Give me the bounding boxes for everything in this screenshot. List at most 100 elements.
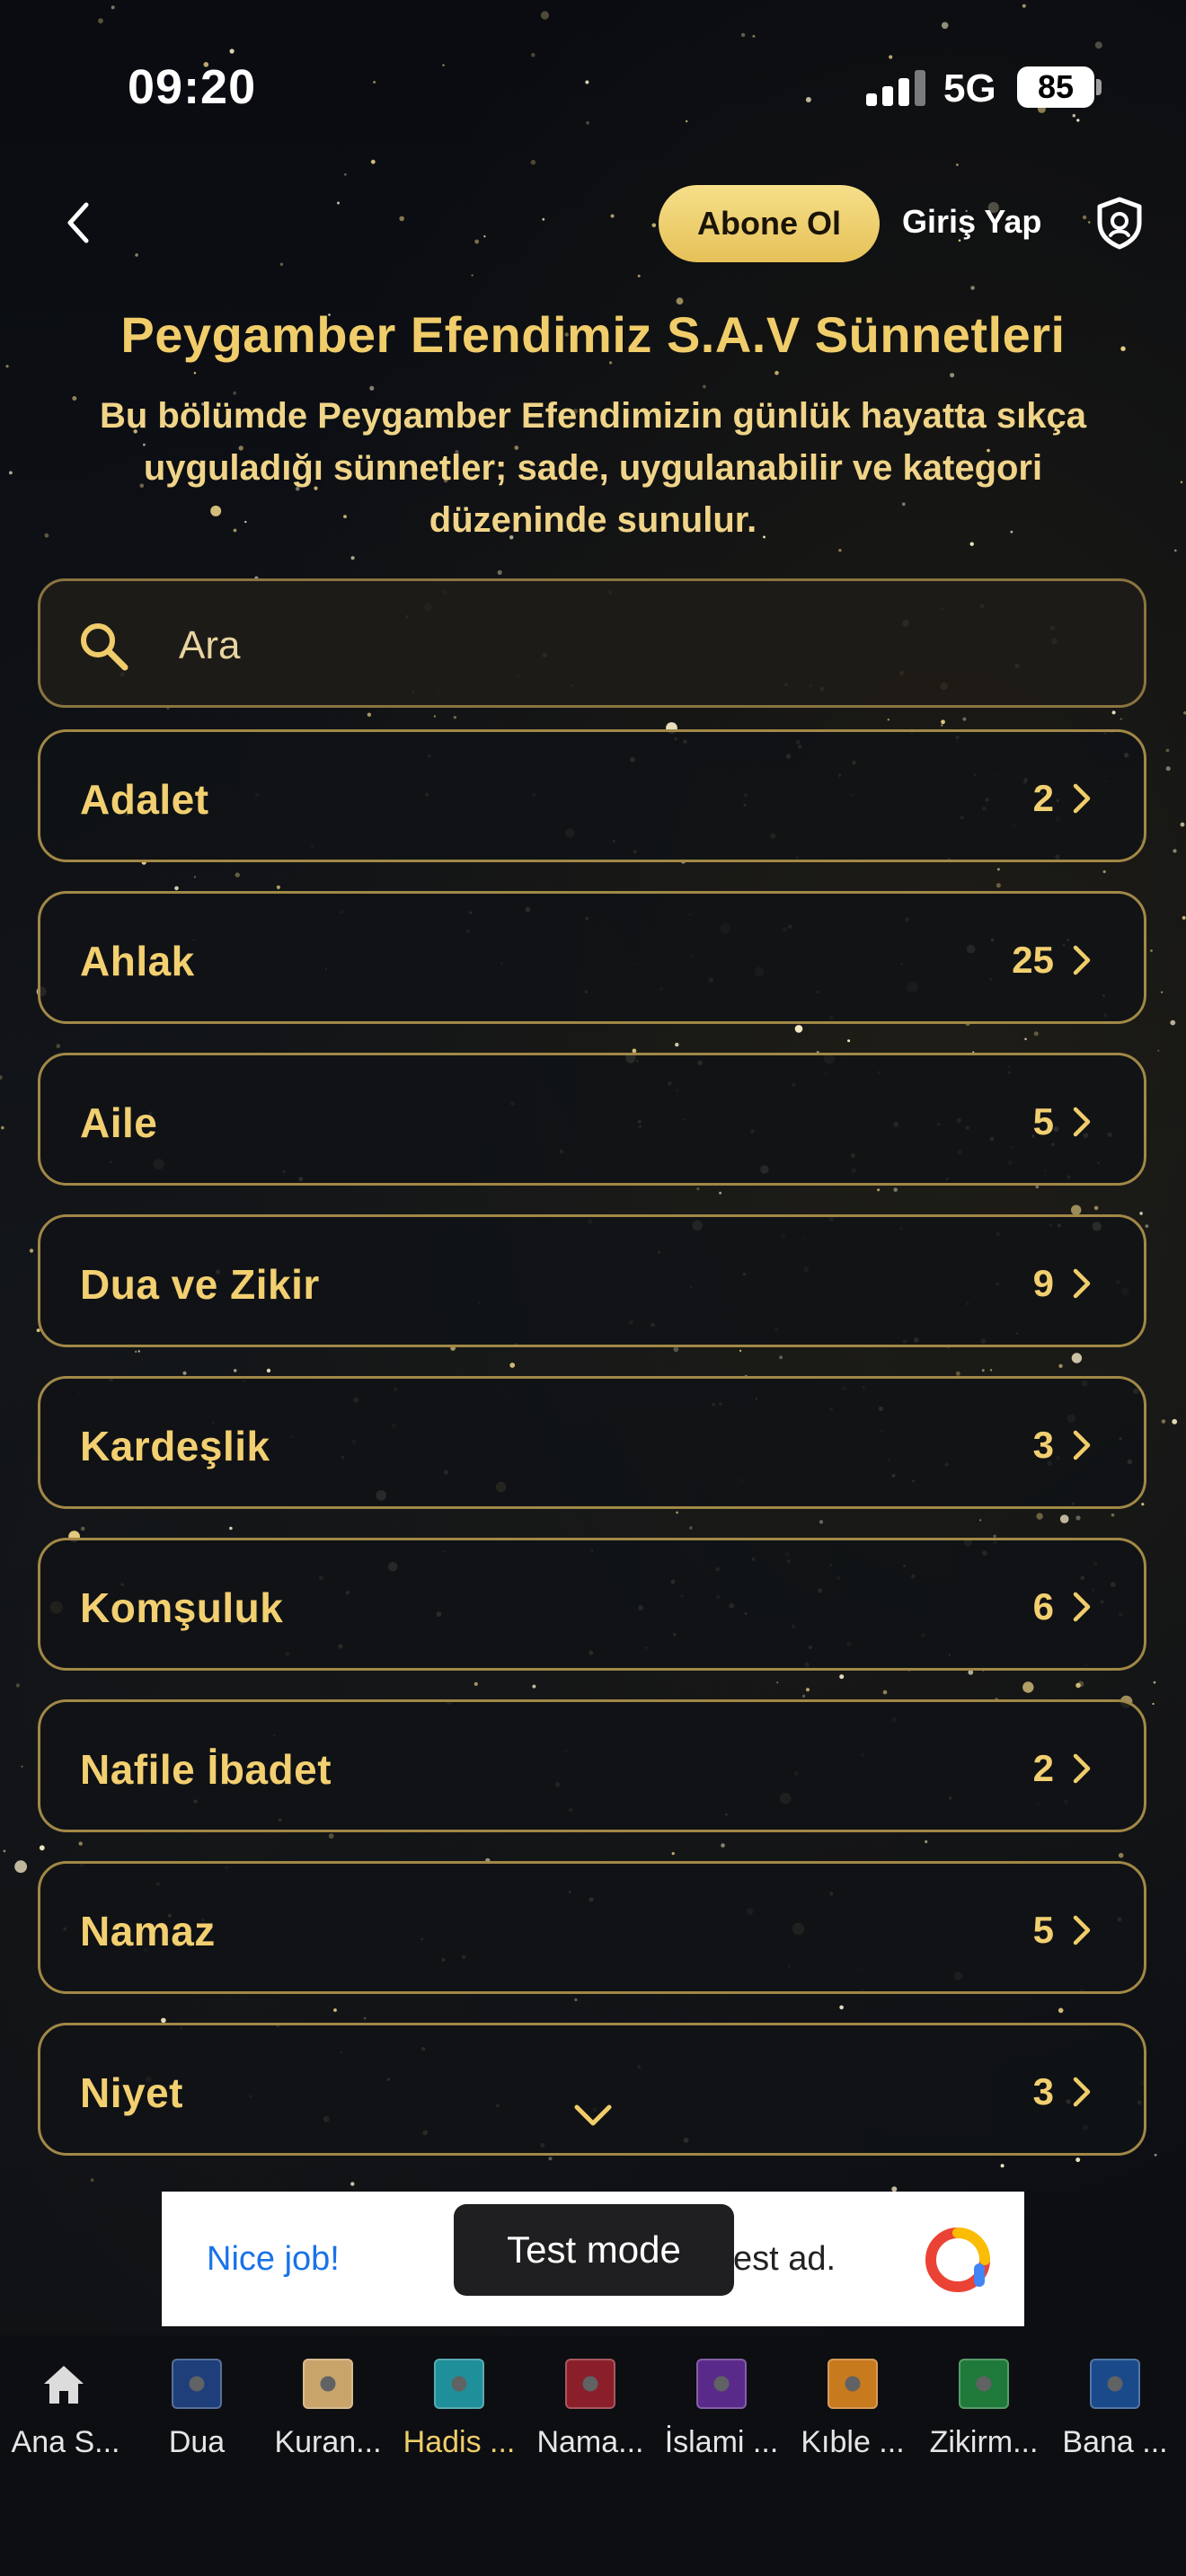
quran-icon (303, 2359, 353, 2409)
star (838, 549, 842, 552)
tab-label: Hadis ... (403, 2425, 516, 2459)
category-item-kardeslik[interactable]: Kardeşlik 3 (38, 1376, 1146, 1509)
home-icon (44, 2366, 84, 2404)
category-count: 5 (1032, 1909, 1054, 1951)
chevron-right-icon (1073, 1268, 1091, 1299)
star (1153, 1681, 1156, 1684)
ad-text-left: Nice job! (207, 2240, 340, 2278)
tab-hadith[interactable]: Hadis ... (394, 2359, 525, 2459)
star (5, 365, 9, 368)
star (950, 373, 955, 378)
category-item-adalet[interactable]: Adalet 2 (38, 729, 1146, 862)
tab-label: Nama... (536, 2425, 644, 2459)
star (1172, 1418, 1178, 1425)
category-item-namaz[interactable]: Namaz 5 (38, 1861, 1146, 1994)
category-item-aile[interactable]: Aile 5 (38, 1053, 1146, 1186)
category-count: 25 (1012, 939, 1054, 981)
category-count: 3 (1032, 1424, 1054, 1466)
page-title: Peygamber Efendimiz S.A.V Sünnetleri (120, 306, 1066, 363)
star (9, 471, 13, 475)
star (1, 1125, 4, 1130)
star (887, 719, 890, 721)
category-count: 2 (1032, 1747, 1054, 1789)
star (1180, 822, 1185, 827)
star (433, 715, 436, 718)
category-count: 9 (1032, 1262, 1054, 1304)
star (774, 370, 779, 375)
tab-me[interactable]: Bana ... (1049, 2359, 1181, 2459)
star (970, 286, 975, 290)
category-label: Adalet (80, 776, 209, 823)
tab-label: Ana S... (11, 2425, 120, 2459)
screen: 09:20 5G 85 Abone Ol Giriş Yap Peygamber… (0, 0, 1186, 2576)
login-button[interactable]: Giriş Yap (902, 203, 1041, 241)
category-label: Niyet (80, 2069, 183, 2116)
star (453, 716, 457, 719)
star (1182, 915, 1186, 920)
category-item-komsuluk[interactable]: Komşuluk 6 (38, 1538, 1146, 1671)
tab-islamic[interactable]: İslami ... (656, 2359, 787, 2459)
subscribe-button[interactable]: Abone Ol (659, 185, 880, 262)
tab-bar: Ana S... Dua Kuran... Hadis ... Nama... … (0, 2335, 1186, 2576)
star (0, 1075, 3, 1080)
hadith-icon (434, 2359, 484, 2409)
chevron-right-icon (1073, 945, 1091, 975)
category-item-dua-ve-zikir[interactable]: Dua ve Zikir 9 (38, 1214, 1146, 1347)
category-item-ahlak[interactable]: Ahlak 25 (38, 891, 1146, 1024)
prayer-icon (565, 2359, 615, 2409)
status-time: 09:20 (128, 60, 257, 114)
category-item-nafile-ibadet[interactable]: Nafile İbadet 2 (38, 1699, 1146, 1832)
tab-dhikr[interactable]: Zikirm... (918, 2359, 1049, 2459)
tab-qibla[interactable]: Kıble ... (787, 2359, 918, 2459)
search-icon (81, 623, 128, 671)
dhikr-icon (959, 2359, 1009, 2409)
star (1157, 1049, 1160, 1052)
tab-label: İslami ... (664, 2425, 779, 2459)
ad-logo-icon (925, 2228, 990, 2292)
star (15, 1683, 21, 1688)
dua-icon (172, 2359, 222, 2409)
star (1173, 849, 1177, 853)
chevron-right-icon (1073, 2077, 1091, 2107)
back-button[interactable] (54, 194, 101, 251)
tab-dua[interactable]: Dua (131, 2359, 262, 2459)
star (399, 216, 405, 222)
star (1161, 1419, 1166, 1424)
category-count: 6 (1032, 1585, 1054, 1628)
star (367, 712, 372, 717)
battery-icon: 85 (1017, 66, 1094, 108)
status-bar: 09:20 5G 85 (0, 0, 1186, 171)
me-icon (1090, 2359, 1140, 2409)
star (1150, 949, 1153, 952)
star (474, 239, 480, 244)
privacy-button[interactable] (1094, 196, 1145, 250)
star (1165, 748, 1170, 753)
tab-label: Kuran... (274, 2425, 382, 2459)
search-input[interactable] (179, 617, 1077, 675)
test-mode-toast: Test mode (454, 2204, 734, 2296)
tab-quran[interactable]: Kuran... (262, 2359, 394, 2459)
star (542, 217, 545, 221)
search-box[interactable] (38, 578, 1146, 708)
ad-text-right: est ad. (733, 2240, 836, 2278)
star (135, 253, 138, 257)
star (1170, 1019, 1176, 1026)
islamic-icon (696, 2359, 747, 2409)
qibla-icon (828, 2359, 878, 2409)
chevron-right-icon (1073, 1430, 1091, 1460)
star (1180, 481, 1183, 484)
tab-prayer[interactable]: Nama... (525, 2359, 656, 2459)
chevron-down-icon[interactable] (571, 2102, 615, 2129)
tab-label: Bana ... (1062, 2425, 1168, 2459)
star (1088, 221, 1091, 224)
category-item-niyet[interactable]: Niyet 3 (38, 2023, 1146, 2156)
star (14, 1860, 27, 1874)
star (337, 201, 340, 205)
star (1174, 549, 1177, 552)
star (1082, 215, 1087, 220)
star (1111, 710, 1116, 715)
star (610, 214, 615, 218)
chevron-left-icon (67, 202, 89, 243)
tab-home[interactable]: Ana S... (0, 2359, 131, 2459)
star (637, 274, 641, 278)
